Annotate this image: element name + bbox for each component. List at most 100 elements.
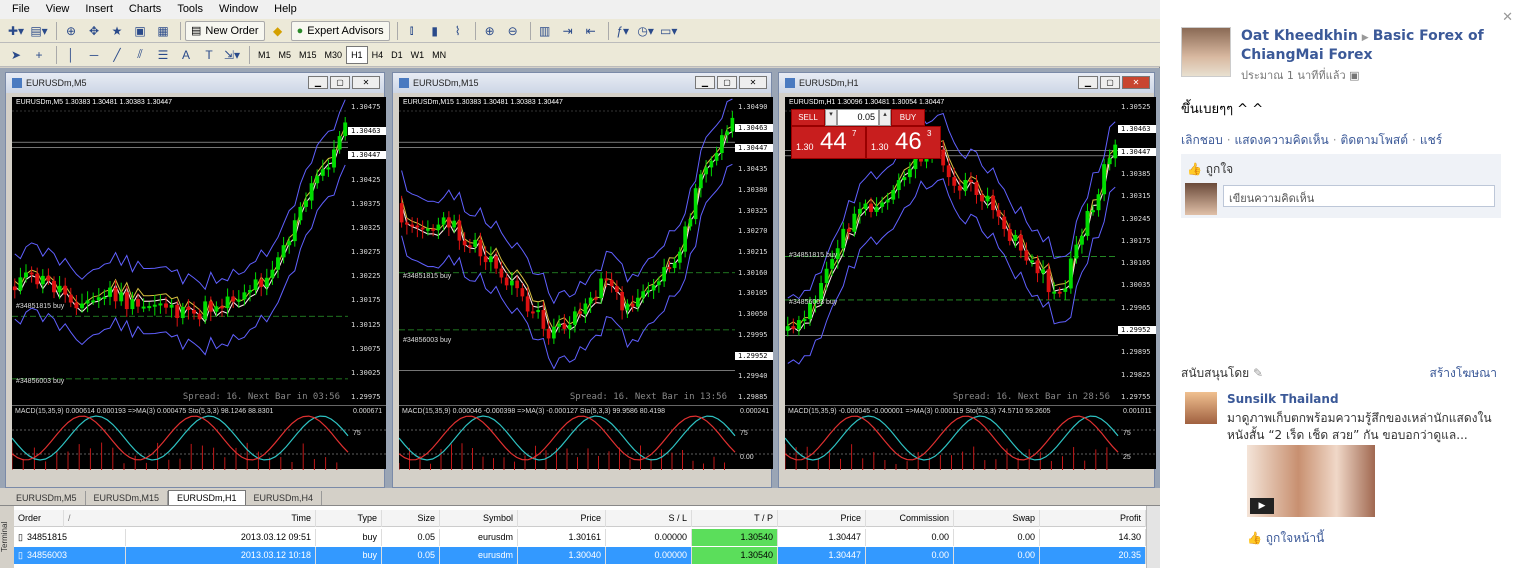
arrows-icon[interactable]: ⇲▾	[222, 45, 242, 65]
close-button[interactable]: ✕	[1122, 76, 1150, 89]
chart-window-m15[interactable]: EURUSDm,M15 ▁ ▢ ✕ EURUSDm,M15 1.30383 1.30…	[392, 72, 773, 488]
lot-increase-button[interactable]: ▴	[879, 109, 891, 126]
timeframe-mn[interactable]: MN	[428, 46, 450, 64]
close-button[interactable]: ✕	[739, 76, 767, 89]
close-icon[interactable]: ✕	[1502, 10, 1513, 25]
col-commission[interactable]: Commission	[866, 509, 954, 527]
timeframe-m30[interactable]: M30	[321, 46, 347, 64]
tester-icon[interactable]: ▦	[153, 21, 173, 41]
tab-eurusd-h1[interactable]: EURUSDm,H1	[168, 490, 246, 505]
menu-view[interactable]: View	[38, 0, 78, 19]
table-row[interactable]: ▯ 34856003 2013.03.12 10:18 buy 0.05 euru…	[14, 547, 1146, 564]
profiles-icon[interactable]: ▤▾	[29, 21, 49, 41]
price-chart[interactable]: EURUSDm,M15 1.30383 1.30481 1.30383 1.30…	[399, 97, 735, 405]
share-link[interactable]: แชร์	[1420, 133, 1442, 147]
expert-advisors-button[interactable]: ● Expert Advisors	[290, 20, 390, 41]
maximize-button[interactable]: ▢	[1100, 76, 1120, 89]
close-button[interactable]: ✕	[352, 76, 380, 89]
maximize-button[interactable]: ▢	[330, 76, 350, 89]
post-timestamp[interactable]: ประมาณ 1 นาทีที่แล้ว ▣	[1241, 66, 1360, 84]
timeframe-m5[interactable]: M5	[275, 46, 296, 64]
periods-icon[interactable]: ◷▾	[636, 21, 656, 41]
price-chart[interactable]: EURUSDm,M5 1.30383 1.30481 1.30383 1.304…	[12, 97, 348, 405]
timeframe-m15[interactable]: M15	[295, 46, 321, 64]
menu-tools[interactable]: Tools	[169, 0, 211, 19]
col-price[interactable]: Price	[518, 509, 606, 527]
menu-insert[interactable]: Insert	[77, 0, 121, 19]
macd-indicator[interactable]: MACD(15,35,9) 0.000046 -0.000398 =>MA(3)…	[398, 405, 773, 470]
tab-eurusd-m15[interactable]: EURUSDm,M15	[86, 491, 169, 505]
col-swap[interactable]: Swap	[954, 509, 1040, 527]
ad-title[interactable]: Sunsilk Thailand	[1227, 392, 1339, 406]
line-chart-icon[interactable]: ⌇	[448, 21, 468, 41]
follow-post-link[interactable]: ติดตามโพสต์	[1341, 133, 1409, 147]
col-type[interactable]: Type	[316, 509, 382, 527]
author-link[interactable]: Oat Kheedkhin	[1241, 28, 1358, 44]
col-symbol[interactable]: Symbol	[440, 509, 518, 527]
buy-price-box[interactable]: 1.30 46 3	[866, 126, 941, 159]
comment-input[interactable]: เขียนความคิดเห็น	[1223, 185, 1495, 207]
fibonacci-icon[interactable]: ☰	[153, 45, 173, 65]
data-window-icon[interactable]: ✥	[84, 21, 104, 41]
timeframe-m1[interactable]: M1	[254, 46, 275, 64]
menu-file[interactable]: File	[4, 0, 38, 19]
text-label-icon[interactable]: T	[199, 45, 219, 65]
trendline-icon[interactable]: ╱	[107, 45, 127, 65]
macd-indicator[interactable]: MACD(15,35,9) 0.000614 0.000193 =>MA(3) …	[11, 405, 386, 470]
tab-eurusd-h4[interactable]: EURUSDm,H4	[246, 491, 323, 505]
like-page-link[interactable]: 👍 ถูกใจหน้านี้	[1247, 529, 1324, 548]
market-watch-icon[interactable]: ⊕	[61, 21, 81, 41]
unlike-link[interactable]: เลิกชอบ	[1181, 133, 1223, 147]
chart-shift-icon[interactable]: ⇤	[581, 21, 601, 41]
indicators-icon[interactable]: ƒ▾	[613, 21, 633, 41]
cursor-icon[interactable]: ➤	[6, 45, 26, 65]
col-order[interactable]: Order	[14, 509, 64, 527]
menu-help[interactable]: Help	[266, 0, 305, 19]
metaeditor-icon[interactable]: ◆	[268, 21, 288, 41]
terminal-icon[interactable]: ▣	[130, 21, 150, 41]
ad-video-thumbnail[interactable]: ▶	[1247, 445, 1375, 517]
vertical-line-icon[interactable]: │	[61, 45, 81, 65]
new-order-button[interactable]: ▤ New Order	[185, 20, 265, 41]
comment-link[interactable]: แสดงความคิดเห็น	[1235, 133, 1329, 147]
menu-window[interactable]: Window	[211, 0, 266, 19]
lot-size-input[interactable]: 0.05	[837, 109, 879, 126]
buy-button[interactable]: BUY	[891, 109, 925, 126]
sell-button[interactable]: SELL	[791, 109, 825, 126]
col-tp[interactable]: T / P	[692, 509, 778, 527]
bar-chart-icon[interactable]: ⫾	[402, 21, 422, 41]
col-sl[interactable]: S / L	[606, 509, 692, 527]
autoscroll-icon[interactable]: ⇥	[558, 21, 578, 41]
col-current-price[interactable]: Price	[778, 509, 866, 527]
chart-window-h1[interactable]: EURUSDm,H1 ▁ ▢ ✕ EURUSDm,H1 1.30096 1.3048…	[778, 72, 1156, 488]
candlestick-icon[interactable]: ▮	[425, 21, 445, 41]
tab-eurusd-m5[interactable]: EURUSDm,M5	[8, 491, 86, 505]
lot-decrease-button[interactable]: ▾	[825, 109, 837, 126]
timeframe-w1[interactable]: W1	[407, 46, 429, 64]
col-time[interactable]: Time	[126, 509, 316, 527]
crosshair-icon[interactable]: +	[29, 45, 49, 65]
zoom-in-icon[interactable]: ⊕	[480, 21, 500, 41]
author-avatar[interactable]	[1181, 27, 1231, 77]
minimize-button[interactable]: ▁	[695, 76, 715, 89]
horizontal-line-icon[interactable]: ─	[84, 45, 104, 65]
table-row[interactable]: ▯ 34851815 2013.03.12 09:51 buy 0.05 euru…	[14, 529, 1146, 546]
minimize-button[interactable]: ▁	[308, 76, 328, 89]
tile-windows-icon[interactable]: ▥	[535, 21, 555, 41]
templates-icon[interactable]: ▭▾	[659, 21, 679, 41]
new-chart-icon[interactable]: ✚▾	[6, 21, 26, 41]
sell-price-box[interactable]: 1.30 44 7	[791, 126, 866, 159]
timeframe-d1[interactable]: D1	[387, 46, 407, 64]
menu-charts[interactable]: Charts	[121, 0, 169, 19]
ad-page-image[interactable]	[1185, 392, 1217, 424]
col-profit[interactable]: Profit	[1040, 509, 1146, 527]
zoom-out-icon[interactable]: ⊖	[503, 21, 523, 41]
navigator-icon[interactable]: ★	[107, 21, 127, 41]
col-size[interactable]: Size	[382, 509, 440, 527]
terminal-scrollbar[interactable]	[1146, 506, 1160, 568]
price-chart[interactable]: EURUSDm,H1 1.30096 1.30481 1.30054 1.304…	[785, 97, 1118, 405]
minimize-button[interactable]: ▁	[1078, 76, 1098, 89]
chart-window-m5[interactable]: EURUSDm,M5 ▁ ▢ ✕ EURUSDm,M5 1.30383 1.3048…	[5, 72, 386, 488]
channel-icon[interactable]: ⫽	[130, 45, 150, 65]
create-ad-link[interactable]: สร้างโฆษณา	[1430, 364, 1498, 383]
